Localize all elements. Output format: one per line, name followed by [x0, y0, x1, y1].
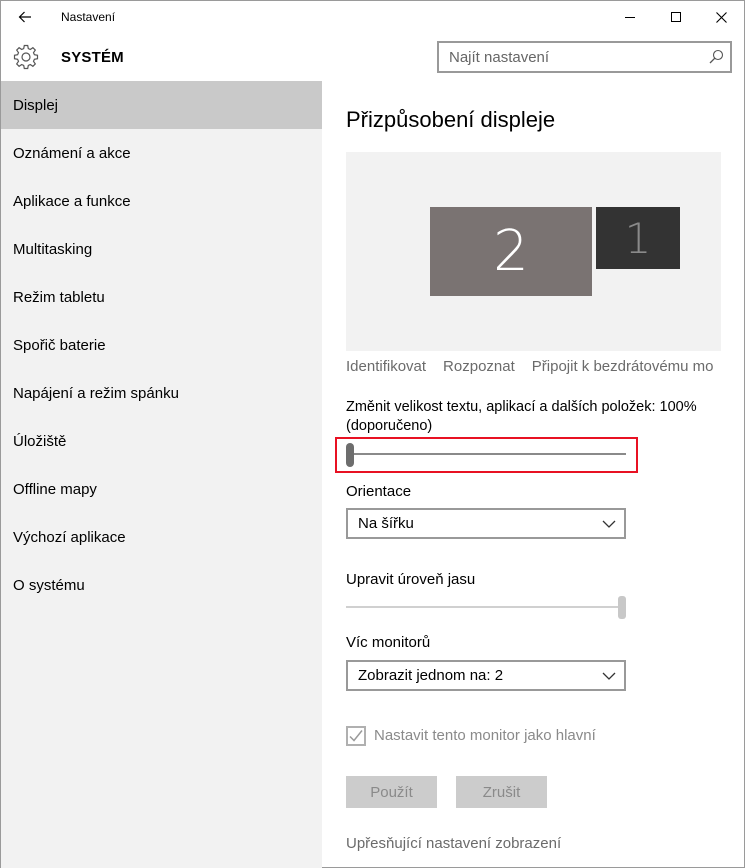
sidebar-item-multitasking[interactable]: Multitasking [1, 225, 322, 273]
sidebar-item-label: O systému [13, 576, 85, 594]
sidebar-item-offline-maps[interactable]: Offline mapy [1, 465, 322, 513]
section-title: SYSTÉM [61, 49, 124, 66]
search-icon[interactable] [708, 49, 724, 65]
display-links: Identifikovat Rozpoznat Připojit k bezdrát… [346, 358, 726, 380]
arrow-left-icon [18, 11, 31, 23]
page-title: Přizpůsobení displeje [346, 107, 556, 132]
sidebar-item-power-sleep[interactable]: Napájení a režim spánku [1, 369, 322, 417]
brightness-slider-track[interactable] [346, 606, 624, 608]
minimize-icon [625, 17, 635, 18]
sidebar-item-label: Režim tabletu [13, 288, 105, 306]
sidebar: Displej Oznámení a akce Aplikace a funkc… [1, 81, 322, 868]
make-main-display-checkbox[interactable] [346, 726, 366, 746]
sidebar-item-about[interactable]: O systému [1, 561, 322, 609]
multiple-displays-label: Víc monitorů [346, 634, 431, 651]
title-bar: Nastavení [1, 1, 744, 33]
maximize-icon [671, 12, 681, 22]
sidebar-item-label: Napájení a režim spánku [13, 384, 179, 402]
chevron-down-icon [602, 520, 616, 528]
make-main-display-label: Nastavit tento monitor jako hlavní [374, 727, 596, 744]
main-content: Přizpůsobení displeje 2 1 Identifikovat R… [322, 81, 744, 868]
sidebar-item-label: Displej [13, 96, 59, 114]
sidebar-item-label: Aplikace a funkce [13, 192, 131, 210]
identify-link[interactable]: Identifikovat [346, 358, 426, 375]
sidebar-item-tablet-mode[interactable]: Režim tabletu [1, 273, 322, 321]
sidebar-item-storage[interactable]: Úložiště [1, 417, 322, 465]
brightness-label: Upravit úroveň jasu [346, 571, 476, 588]
detect-link[interactable]: Rozpoznat [443, 358, 515, 375]
connect-wireless-link[interactable]: Připojit k bezdrátovému mo [532, 358, 714, 375]
monitor-tile-2[interactable]: 2 [430, 207, 592, 296]
maximize-button[interactable] [653, 1, 699, 33]
sidebar-item-display[interactable]: Displej [1, 81, 322, 129]
close-button[interactable] [698, 1, 744, 33]
advanced-display-settings-link[interactable]: Upřesňující nastavení zobrazení [346, 835, 561, 852]
back-button[interactable] [7, 3, 43, 31]
scale-slider-highlight [335, 437, 638, 473]
sidebar-item-label: Spořič baterie [13, 336, 106, 354]
search-input[interactable] [439, 43, 699, 71]
orientation-value: Na šířku [358, 515, 414, 532]
multiple-displays-value: Zobrazit jednom na: 2 [358, 667, 504, 684]
scale-slider-track[interactable] [346, 453, 626, 455]
apply-button[interactable]: Použít [346, 776, 437, 808]
orientation-label: Orientace [346, 483, 412, 500]
sidebar-item-label: Oznámení a akce [13, 144, 131, 162]
sidebar-item-apps-features[interactable]: Aplikace a funkce [1, 177, 322, 225]
checkmark-icon [349, 730, 363, 742]
monitor-tile-1[interactable]: 1 [596, 207, 680, 269]
minimize-button[interactable] [607, 1, 653, 33]
chevron-down-icon [602, 672, 616, 680]
sidebar-item-label: Offline mapy [13, 480, 97, 498]
orientation-dropdown[interactable]: Na šířku [346, 508, 626, 539]
brightness-slider-thumb[interactable] [618, 596, 626, 619]
settings-window: Nastavení SYSTÉM Displej Oznámení a akce… [0, 0, 745, 868]
search-box[interactable] [437, 41, 732, 73]
sidebar-item-notifications[interactable]: Oznámení a akce [1, 129, 322, 177]
sidebar-item-label: Výchozí aplikace [13, 528, 126, 546]
window-title: Nastavení [61, 10, 116, 24]
scale-label: Změnit velikost textu, aplikací a dalšíc… [346, 399, 697, 434]
multiple-displays-dropdown[interactable]: Zobrazit jednom na: 2 [346, 660, 626, 691]
sidebar-item-label: Úložiště [13, 432, 67, 450]
sidebar-item-battery-saver[interactable]: Spořič baterie [1, 321, 322, 369]
gear-icon [13, 44, 39, 70]
cancel-button[interactable]: Zrušit [456, 776, 547, 808]
sidebar-item-label: Multitasking [13, 240, 93, 258]
sidebar-item-default-apps[interactable]: Výchozí aplikace [1, 513, 322, 561]
monitor-arrangement: 2 1 [346, 152, 721, 351]
close-icon [715, 11, 727, 23]
scale-slider-thumb[interactable] [346, 443, 354, 467]
